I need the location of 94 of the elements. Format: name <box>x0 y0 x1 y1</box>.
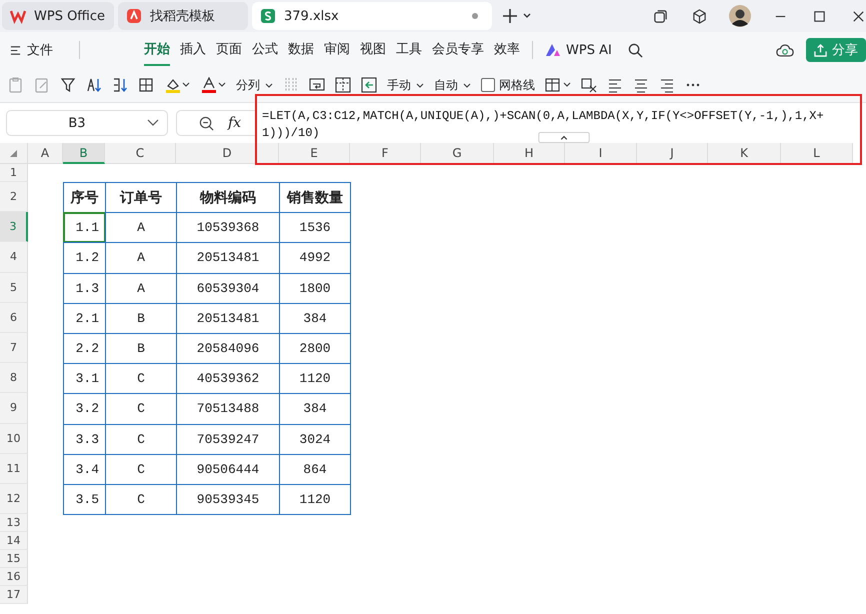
ribbon-tab[interactable]: 页面 <box>216 34 242 66</box>
row-header[interactable]: 2 <box>0 182 28 212</box>
ribbon-tab[interactable]: 审阅 <box>324 34 350 66</box>
column-header[interactable]: G <box>421 143 494 164</box>
row-header[interactable]: 17 <box>0 586 28 604</box>
table-cell: 1.2 <box>63 242 106 274</box>
ribbon-tab[interactable]: 工具 <box>396 34 422 66</box>
align-center-icon[interactable] <box>633 77 649 93</box>
row-header[interactable]: 5 <box>0 272 28 303</box>
function-button[interactable]: fx <box>228 115 242 131</box>
zoom-icon[interactable] <box>199 116 214 130</box>
clear-format-icon[interactable] <box>581 77 597 93</box>
column-header[interactable]: K <box>708 143 781 164</box>
search-icon[interactable] <box>628 42 643 58</box>
file-menu-label[interactable]: 文件 <box>27 41 53 59</box>
row-header[interactable]: 11 <box>0 454 28 484</box>
gridlines-label[interactable]: 网格线 <box>499 76 535 94</box>
table-header-cell: 序号 <box>63 182 106 214</box>
sort-descending-icon[interactable] <box>112 77 128 93</box>
row-header[interactable]: 4 <box>0 242 28 273</box>
column-header[interactable]: B <box>63 143 105 164</box>
column-header[interactable]: L <box>781 143 853 164</box>
wps-ai-button[interactable]: WPS AI <box>545 42 612 58</box>
align-right-icon[interactable] <box>659 77 675 93</box>
row-header[interactable]: 14 <box>0 532 28 550</box>
row-header[interactable]: 13 <box>0 514 28 532</box>
maximize-icon[interactable] <box>812 8 827 24</box>
row-header[interactable]: 16 <box>0 568 28 586</box>
window-copy-icon[interactable] <box>653 8 668 24</box>
avatar-icon[interactable] <box>729 5 751 27</box>
row-header[interactable]: 10 <box>0 424 28 454</box>
caret-icon <box>463 82 471 88</box>
column-width-dropdown[interactable]: 自动 <box>434 76 471 94</box>
file-menu[interactable]: 文件 <box>10 41 53 59</box>
font-color-icon[interactable] <box>200 77 226 93</box>
name-box[interactable]: B3 <box>6 110 168 136</box>
menu-icon <box>10 44 21 56</box>
ribbon-tab[interactable]: 会员专享 <box>432 34 484 66</box>
ribbon-tab[interactable]: 视图 <box>360 34 386 66</box>
column-header[interactable]: J <box>637 143 708 164</box>
split-column-dropdown[interactable]: 分列 <box>236 76 273 94</box>
ai-logo-icon <box>545 43 561 57</box>
align-left-icon[interactable] <box>607 77 623 93</box>
ribbon-tab[interactable]: 效率 <box>494 34 520 66</box>
ribbon-tab[interactable]: 开始 <box>144 34 170 66</box>
row-height-dropdown[interactable]: 手动 <box>387 76 424 94</box>
new-tab-icon[interactable] <box>502 8 532 24</box>
fill-color-icon[interactable] <box>164 77 190 93</box>
sort-ascending-icon[interactable] <box>86 77 102 93</box>
cube-icon[interactable] <box>692 8 707 24</box>
caret-icon <box>416 82 424 88</box>
row-header[interactable]: 9 <box>0 393 28 424</box>
ribbon-tab[interactable]: 公式 <box>252 34 278 66</box>
docer-logo-icon <box>126 8 142 24</box>
gridlines-checkbox[interactable]: 网格线 <box>481 76 535 94</box>
document-tab[interactable]: 找稻壳模板 <box>118 2 248 30</box>
close-icon[interactable] <box>851 8 866 24</box>
table-cell: 1120 <box>279 484 351 516</box>
wrap-icon[interactable] <box>309 77 325 93</box>
filter-icon[interactable] <box>60 77 76 93</box>
table-cell: 3.5 <box>63 484 106 516</box>
spreadsheet-icon <box>260 8 276 24</box>
chevron-down-icon <box>147 119 159 127</box>
caret-icon <box>265 82 273 88</box>
row-header[interactable]: 12 <box>0 484 28 514</box>
column-header[interactable]: C <box>105 143 176 164</box>
row-header[interactable]: 8 <box>0 363 28 394</box>
column-header[interactable]: A <box>28 143 63 164</box>
ribbon-tab[interactable]: 插入 <box>180 34 206 66</box>
select-all-icon[interactable] <box>10 150 17 156</box>
share-icon <box>814 44 827 56</box>
row-header[interactable]: 1 <box>0 164 28 182</box>
ribbon-tab[interactable]: 数据 <box>288 34 314 66</box>
row-header[interactable]: 6 <box>0 302 28 333</box>
table-header-cell: 销售数量 <box>279 182 351 214</box>
row-header[interactable]: 15 <box>0 550 28 568</box>
unsaved-dot-icon <box>472 13 478 19</box>
row-header[interactable]: 3 <box>0 212 28 242</box>
document-tab[interactable]: 379.xlsx <box>252 2 492 30</box>
table-style-icon[interactable] <box>545 77 571 93</box>
wps-logo-icon <box>10 8 26 24</box>
document-tab[interactable]: WPS Office <box>2 2 114 30</box>
cloud-sync-icon[interactable] <box>776 42 794 58</box>
insert-column-icon[interactable] <box>361 77 377 93</box>
column-header[interactable]: E <box>279 143 350 164</box>
borders-icon[interactable] <box>138 77 154 93</box>
column-header[interactable]: D <box>176 143 279 164</box>
column-header[interactable]: H <box>494 143 565 164</box>
column-header[interactable]: F <box>350 143 421 164</box>
share-button[interactable]: 分享 <box>806 38 866 62</box>
column-header[interactable]: I <box>565 143 637 164</box>
checkbox-icon[interactable] <box>481 78 495 92</box>
table-cell: 1.1 <box>63 212 106 244</box>
row-header[interactable]: 7 <box>0 332 28 364</box>
